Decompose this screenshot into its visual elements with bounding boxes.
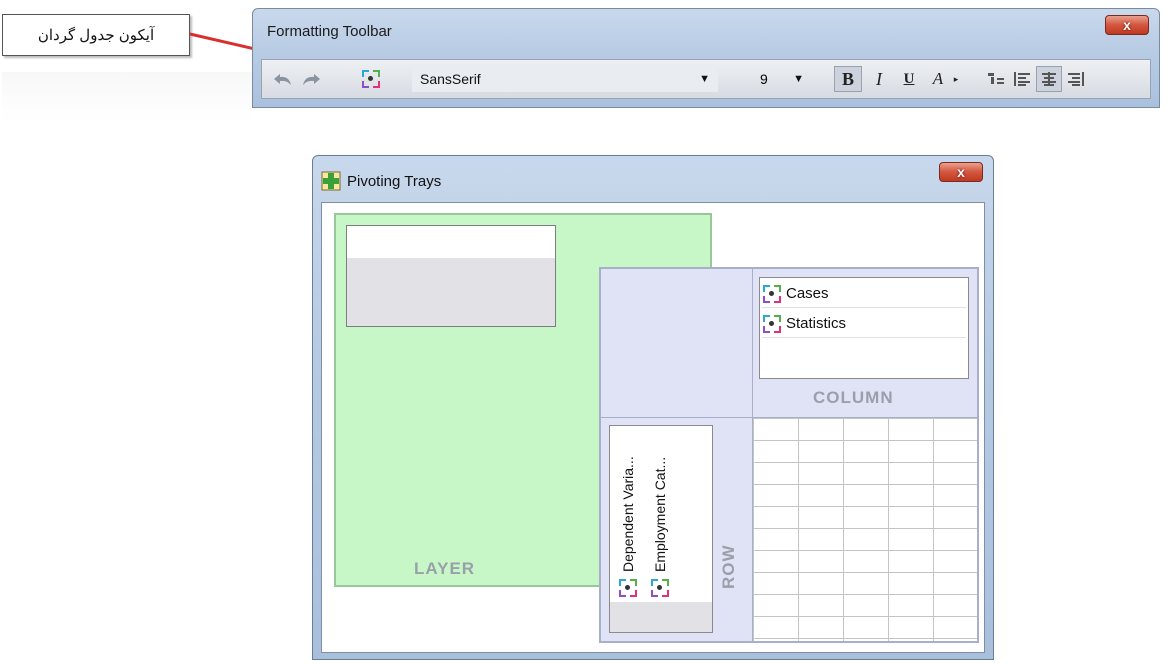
pivot-dimension-icon: [762, 314, 782, 334]
align-center-icon[interactable]: [1036, 66, 1062, 92]
row-item-dependent-variable[interactable]: Dependent Varia...: [614, 426, 642, 602]
wrap-text-icon[interactable]: [984, 66, 1008, 92]
pivot-trays-area: LAYER Cases Statistics COLUMN Dependent …: [321, 202, 985, 653]
layer-item-list[interactable]: [346, 225, 556, 327]
font-size-select[interactable]: 9 ▼: [756, 66, 808, 92]
column-item-statistics[interactable]: Statistics: [762, 310, 966, 338]
row-item-label: Employment Cat...: [652, 456, 668, 572]
pivot-window-close-button[interactable]: x: [939, 162, 983, 182]
pivot-dimension-icon: [762, 284, 782, 304]
bold-button[interactable]: B: [834, 66, 862, 92]
text-color-dropdown-icon[interactable]: ▸: [950, 66, 962, 92]
pivot-window-icon: [321, 171, 341, 191]
font-family-select[interactable]: SansSerif ▼: [412, 66, 718, 92]
chevron-down-icon: ▼: [793, 73, 804, 85]
text-color-button[interactable]: A: [926, 66, 950, 92]
row-tray-label: ROW: [719, 544, 738, 589]
undo-icon[interactable]: [270, 66, 296, 92]
pivot-dimension-icon: [650, 578, 670, 598]
row-tray-list[interactable]: Dependent Varia... Employment Cat...: [609, 425, 713, 633]
align-left-icon[interactable]: [1010, 66, 1034, 92]
formatting-toolbar-window: Formatting Toolbar x SansSerif ▼ 9 ▼ B I…: [252, 8, 1160, 108]
underline-button[interactable]: U: [896, 66, 922, 92]
align-right-icon[interactable]: [1064, 66, 1088, 92]
pivot-window-title: Pivoting Trays: [347, 173, 442, 190]
pivot-table-trays: Cases Statistics COLUMN Dependent Varia.…: [599, 267, 979, 643]
pivot-dimension-icon: [618, 578, 638, 598]
column-tray-label: COLUMN: [813, 388, 894, 407]
pivot-table-preview-grid: [753, 418, 977, 641]
font-family-value: SansSerif: [420, 71, 481, 87]
redo-icon[interactable]: [298, 66, 324, 92]
column-tray-list[interactable]: Cases Statistics: [759, 277, 969, 379]
pivoting-trays-icon[interactable]: [358, 66, 384, 92]
chevron-down-icon: ▼: [699, 73, 710, 85]
column-item-label: Cases: [786, 285, 829, 302]
column-item-cases[interactable]: Cases: [762, 280, 966, 308]
formatting-toolbar: SansSerif ▼ 9 ▼ B I U A ▸: [261, 59, 1151, 99]
pivoting-trays-window: Pivoting Trays x LAYER Cases Statistics …: [312, 155, 994, 660]
font-size-value: 9: [760, 71, 768, 87]
row-item-label: Dependent Varia...: [620, 456, 636, 572]
italic-button[interactable]: I: [866, 66, 892, 92]
icon-callout-label: آیکون جدول گردان: [2, 14, 190, 56]
formatting-toolbar-title: Formatting Toolbar: [267, 23, 392, 40]
toolbar-close-button[interactable]: x: [1105, 15, 1149, 35]
column-item-label: Statistics: [786, 315, 847, 332]
layer-tray-label: LAYER: [414, 559, 476, 578]
row-item-employment-category[interactable]: Employment Cat...: [646, 426, 674, 602]
